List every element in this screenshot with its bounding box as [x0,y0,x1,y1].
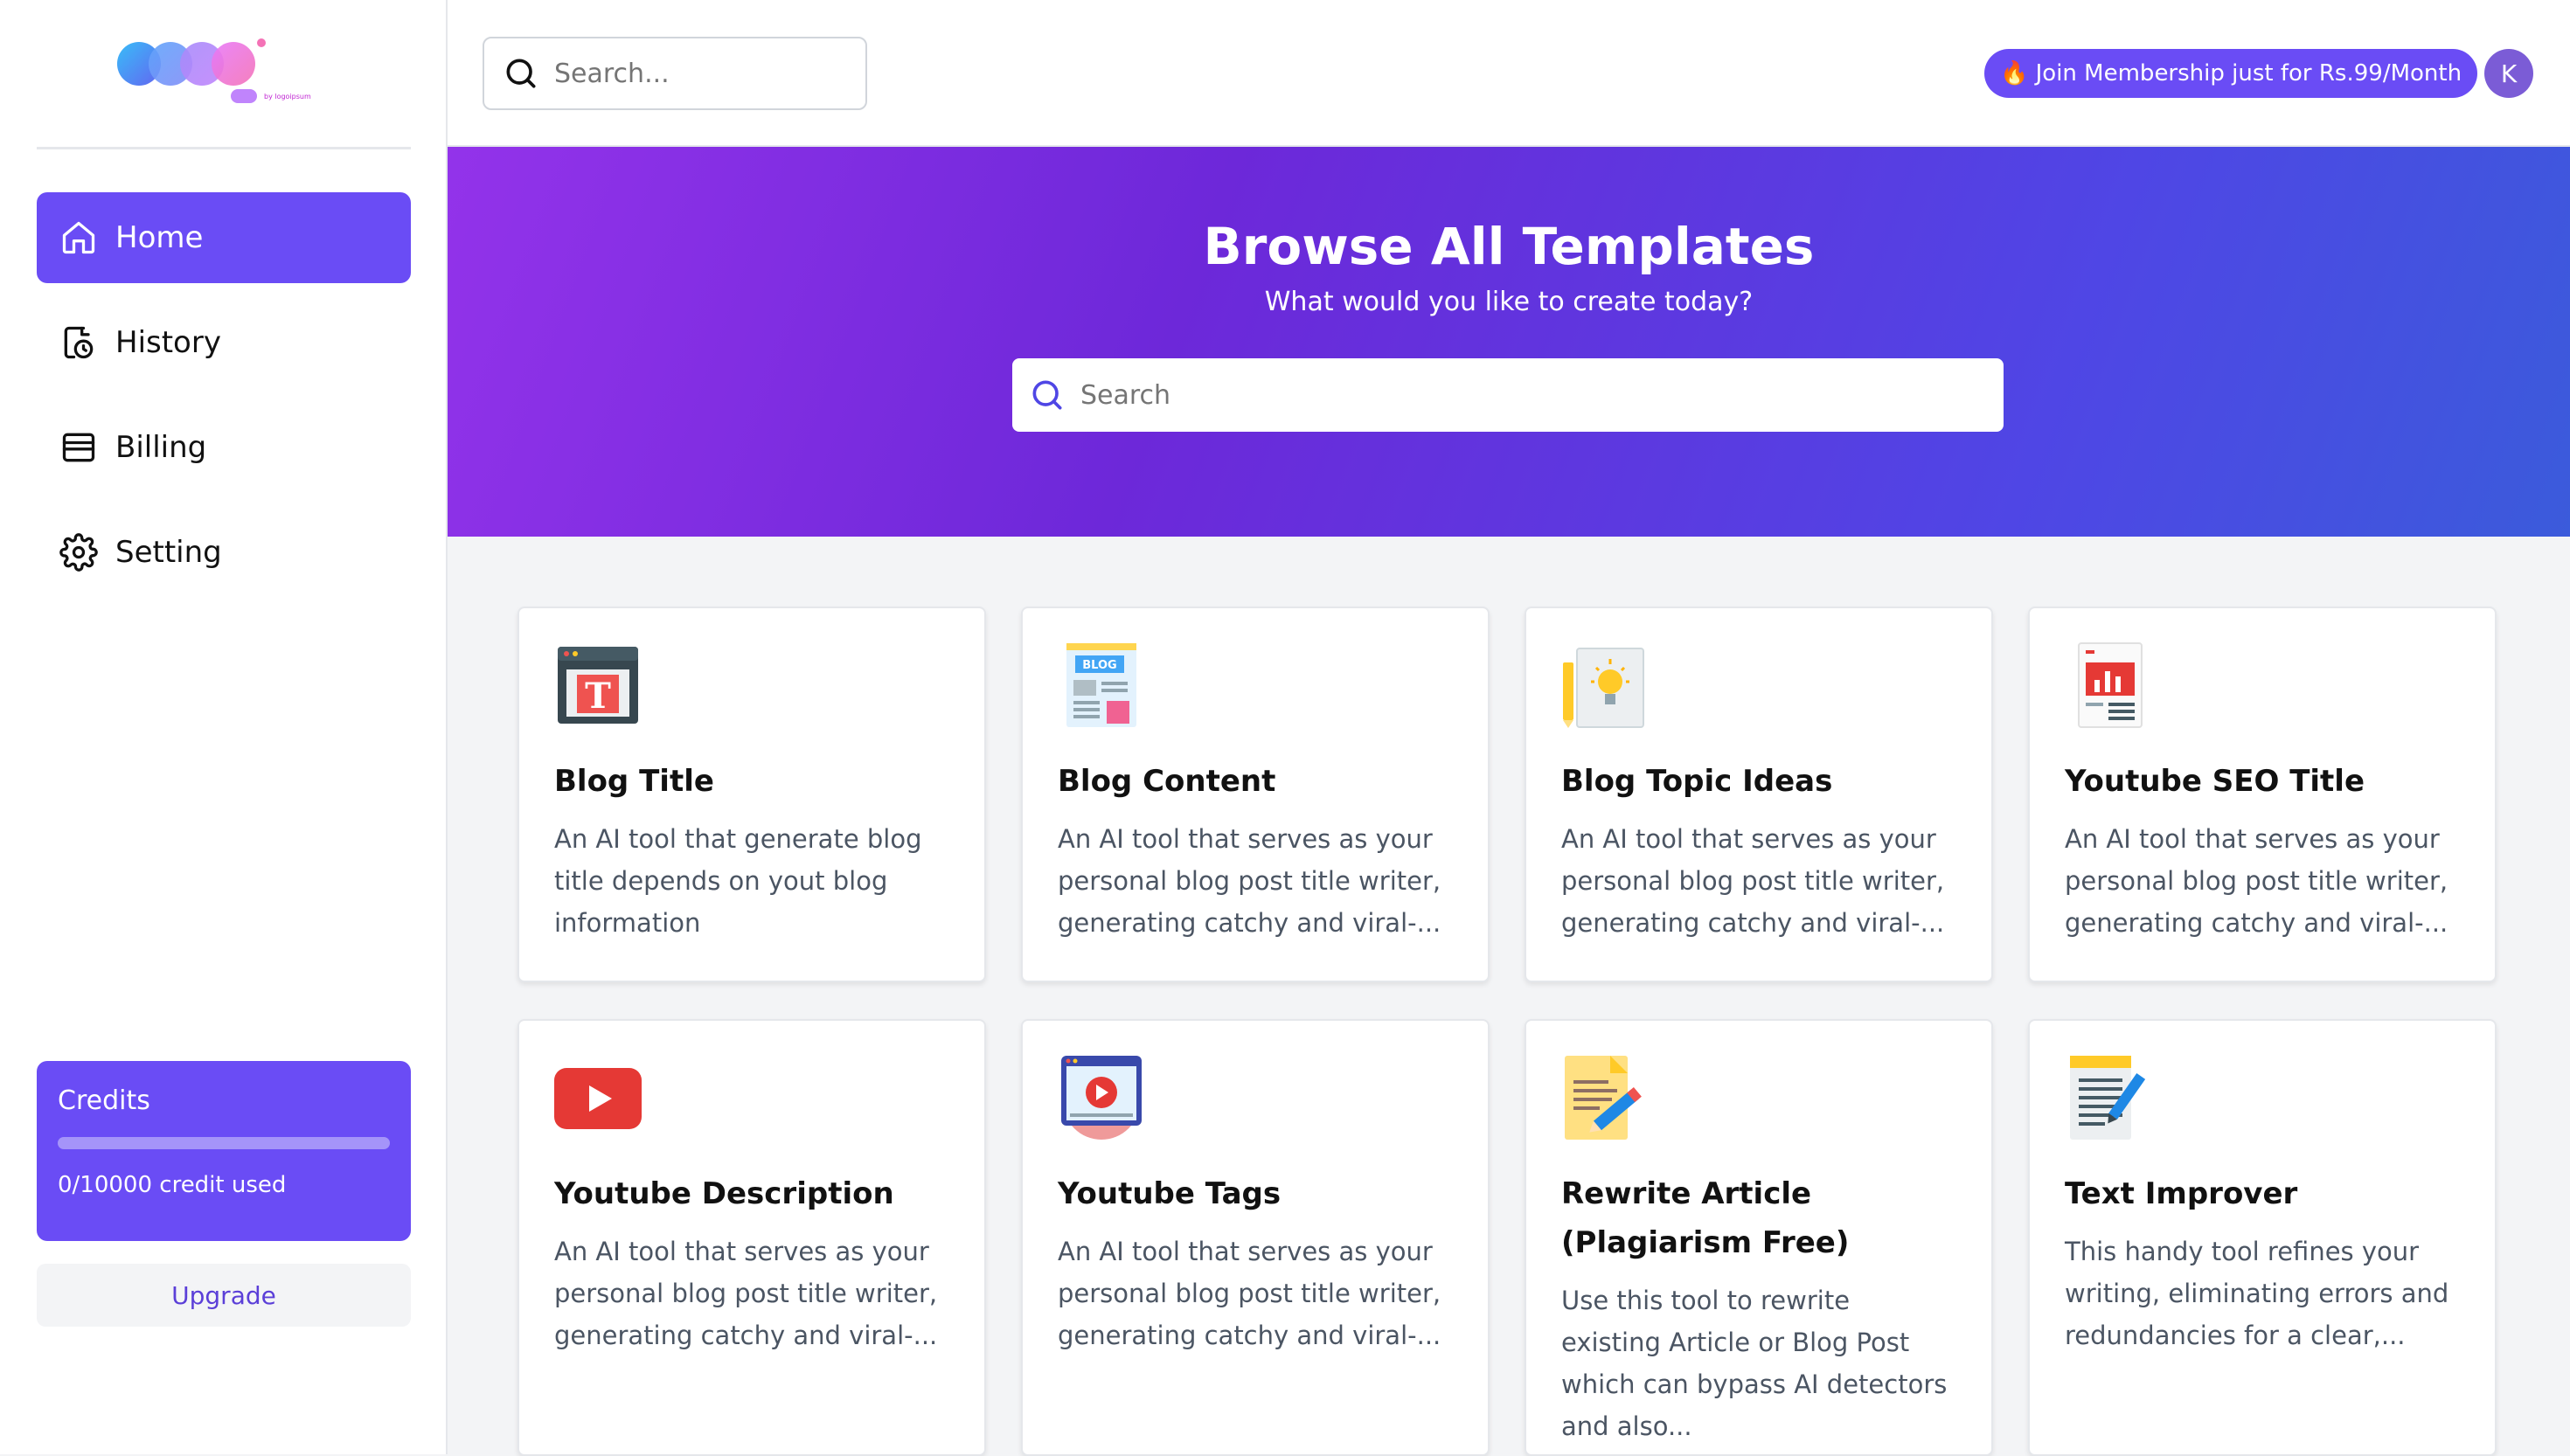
gear-icon [59,533,98,572]
template-search-box[interactable] [1012,358,2004,432]
blog-content-icon: BLOG [1058,641,1145,729]
template-title: Blog Content [1058,764,1276,799]
membership-button[interactable]: 🔥 Join Membership just for Rs.99/Month [1984,49,2478,98]
template-title: Youtube Description [554,1176,894,1211]
sidebar-item-label: Setting [115,535,222,570]
idea-icon [1561,641,1649,729]
template-title: Blog Title [554,764,714,799]
top-search-input[interactable] [554,58,834,89]
top-search-box[interactable] [483,37,867,110]
credits-progress-bar [58,1137,390,1149]
template-description: An AI tool that serves as your personal … [1561,824,1945,938]
credits-panel: Credits 0/10000 credit used [37,1061,411,1241]
hero-banner: Browse All Templates What would you like… [448,147,2570,537]
logo-subtext: by logoipsum [264,93,311,101]
search-icon [506,59,536,88]
template-title: Blog Topic Ideas [1561,764,1833,799]
credits-title: Credits [58,1085,150,1116]
template-card-blog-content[interactable]: BLOG Blog Content An AI tool that serves… [1021,607,1490,982]
notepad-icon [2065,1054,2152,1141]
history-icon [64,326,94,359]
sidebar-item-home[interactable]: Home [37,192,411,283]
sidebar-divider [37,147,411,149]
template-description: An AI tool that serves as your personal … [1058,1237,1441,1350]
seo-report-icon [2065,641,2152,729]
template-title: Rewrite Article (Plagiarism Free) [1561,1176,1850,1260]
template-description: An AI tool that serves as your personal … [1058,824,1441,938]
template-description: An AI tool that serves as your personal … [554,1237,938,1350]
template-search-input[interactable] [1080,379,1955,411]
rewrite-icon [1561,1054,1649,1141]
template-title: Youtube SEO Title [2065,764,2365,799]
logo[interactable]: by logoipsum [117,33,327,112]
sidebar-item-history[interactable]: History [37,297,411,388]
sidebar-item-label: Billing [115,430,207,465]
template-title: Text Improver [2065,1176,2298,1211]
page-title: Browse All Templates [1203,217,1815,276]
template-card-youtube-tags[interactable]: Youtube Tags An AI tool that serves as y… [1021,1019,1490,1456]
video-player-icon [1058,1054,1145,1141]
template-description: An AI tool that serves as your personal … [2065,824,2448,938]
template-card-blog-topic-ideas[interactable]: Blog Topic Ideas An AI tool that serves … [1525,607,1993,982]
sidebar-nav: Home History Billing Setting [37,192,411,612]
template-description: This handy tool refines your writing, el… [2065,1237,2449,1350]
template-card-blog-title[interactable]: T Blog Title An AI tool that generate bl… [517,607,986,982]
sidebar-item-label: History [115,325,221,360]
page-subtitle: What would you like to create today? [1264,287,1754,317]
home-icon [62,221,95,254]
template-description: An AI tool that generate blog title depe… [554,824,922,938]
credits-used-text: 0/10000 credit used [58,1172,287,1198]
sidebar-item-setting[interactable]: Setting [37,507,411,598]
template-card-youtube-description[interactable]: Youtube Description An AI tool that serv… [517,1019,986,1456]
upgrade-button[interactable]: Upgrade [37,1264,411,1327]
sidebar-item-billing[interactable]: Billing [37,402,411,493]
billing-icon [62,433,95,462]
blog-title-icon: T [554,641,642,729]
template-card-rewrite-article[interactable]: Rewrite Article (Plagiarism Free) Use th… [1525,1019,1993,1456]
template-description: Use this tool to rewrite existing Articl… [1561,1286,1948,1441]
template-card-youtube-seo-title[interactable]: Youtube SEO Title An AI tool that serves… [2028,607,2497,982]
avatar[interactable]: K [2484,49,2533,98]
youtube-icon [554,1054,642,1141]
search-icon [1032,380,1062,410]
template-card-text-improver[interactable]: Text Improver This handy tool refines yo… [2028,1019,2497,1456]
template-title: Youtube Tags [1058,1176,1282,1211]
sidebar: by logoipsum Home History Billing Settin… [0,0,448,1454]
top-bar: 🔥 Join Membership just for Rs.99/Month K [448,0,2570,147]
svg-text:T: T [585,676,611,717]
sidebar-item-label: Home [115,220,204,255]
svg-text:BLOG: BLOG [1082,659,1116,672]
